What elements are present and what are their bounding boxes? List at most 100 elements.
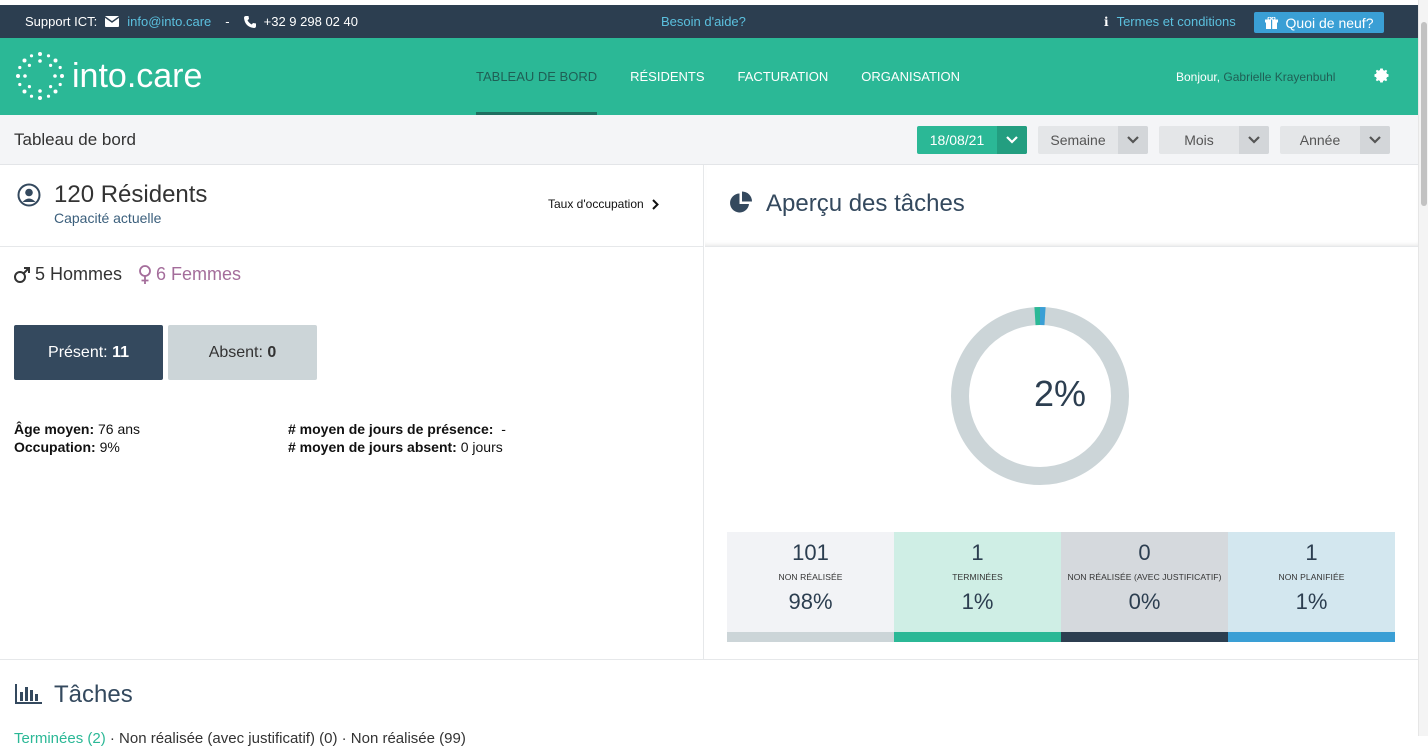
help-link[interactable]: Besoin d'aide? xyxy=(661,14,746,29)
avg-absent-value: 0 jours xyxy=(461,439,503,455)
tile-percentage: 1% xyxy=(894,589,1061,615)
settings-gear-icon[interactable] xyxy=(1373,67,1390,84)
logo-text: into.care xyxy=(72,57,202,96)
support-label: Support ICT: xyxy=(25,14,97,29)
legend-rest[interactable]: · Non réalisée (avec justificatif) (0) ·… xyxy=(110,730,466,747)
support-bar: Support ICT: info@into.care - +32 9 298 … xyxy=(0,0,1418,38)
page-subheader: Tableau de bord 18/08/21 Semaine Mois An… xyxy=(0,115,1418,165)
tasks-overview-title: Aperçu des tâches xyxy=(766,190,965,218)
support-contact: Support ICT: info@into.care - +32 9 298 … xyxy=(25,14,358,29)
week-select[interactable]: Semaine xyxy=(1038,126,1148,154)
tile-color-bar xyxy=(727,632,894,642)
whats-new-button[interactable]: Quoi de neuf? xyxy=(1254,12,1384,33)
support-email-link[interactable]: info@into.care xyxy=(127,14,211,29)
main-navbar: into.care TABLEAU DE BORD RÉSIDENTS FACT… xyxy=(0,38,1418,115)
terms-label: Termes et conditions xyxy=(1117,14,1236,29)
nav-residents[interactable]: RÉSIDENTS xyxy=(630,38,704,115)
tasks-section-title: Tâches xyxy=(54,681,133,709)
resident-stats-right: # moyen de jours de présence: - # moyen … xyxy=(288,420,506,456)
nav-facturation[interactable]: FACTURATION xyxy=(738,38,829,115)
residents-header: 120 Résidents Capacité actuelle Taux d'o… xyxy=(0,165,704,247)
date-picker[interactable]: 18/08/21 xyxy=(917,126,1027,154)
tile-number: 1 xyxy=(1228,540,1395,566)
tasks-overview-header: Aperçu des tâches xyxy=(705,165,1418,247)
absent-value: 0 xyxy=(267,344,276,362)
tile-percentage: 0% xyxy=(1061,589,1228,615)
men-label: 5 Hommes xyxy=(35,264,122,285)
tile-not-done[interactable]: 101 NON RÉALISÉE 98% xyxy=(727,532,894,642)
avg-age-value: 76 ans xyxy=(98,421,140,437)
resident-stats-left: Âge moyen: 76 ans Occupation: 9% xyxy=(14,420,140,456)
tile-caption: NON PLANIFIÉE xyxy=(1228,572,1395,582)
user-circle-icon xyxy=(17,183,41,207)
bar-chart-icon xyxy=(15,684,43,704)
tile-done[interactable]: 1 TERMINÉES 1% xyxy=(894,532,1061,642)
tasks-overview-panel: Aperçu des tâches 2% 101 NON RÉALISÉE 98… xyxy=(705,165,1418,659)
info-icon: i xyxy=(1104,15,1109,29)
residents-count: 120 Résidents xyxy=(54,181,207,209)
pie-chart-icon xyxy=(729,191,753,215)
occupancy-rate-link[interactable]: Taux d'occupation xyxy=(548,197,659,211)
legend-done[interactable]: Terminées (2) xyxy=(14,730,106,747)
separator: - xyxy=(225,14,229,29)
men-count: 5 Hommes xyxy=(13,264,122,285)
tile-number: 101 xyxy=(727,540,894,566)
male-icon xyxy=(13,266,31,284)
present-label: Présent: xyxy=(48,344,108,362)
absent-button[interactable]: Absent: 0 xyxy=(168,325,317,380)
year-label: Année xyxy=(1280,126,1360,154)
month-select[interactable]: Mois xyxy=(1159,126,1269,154)
absent-label: Absent: xyxy=(209,344,263,362)
chevron-down-icon xyxy=(1360,126,1390,154)
tile-percentage: 98% xyxy=(727,589,894,615)
avg-presence-value: - xyxy=(501,421,506,437)
tile-color-bar xyxy=(1061,632,1228,642)
avg-presence-label: # moyen de jours de présence: xyxy=(288,421,493,437)
tasks-section: Tâches Terminées (2) · Non réalisée (ave… xyxy=(0,659,1418,736)
tile-caption: TERMINÉES xyxy=(894,572,1061,582)
year-select[interactable]: Année xyxy=(1280,126,1390,154)
whats-new-label: Quoi de neuf? xyxy=(1286,15,1374,31)
tile-color-bar xyxy=(894,632,1061,642)
nav-tableau-de-bord[interactable]: TABLEAU DE BORD xyxy=(476,38,597,115)
nav-organisation[interactable]: ORGANISATION xyxy=(861,38,960,115)
tile-number: 1 xyxy=(894,540,1061,566)
occupancy-link-label: Taux d'occupation xyxy=(548,197,644,211)
avg-age-label: Âge moyen: xyxy=(14,421,94,437)
gift-icon xyxy=(1265,17,1278,29)
date-value: 18/08/21 xyxy=(917,126,997,154)
chevron-down-icon xyxy=(997,126,1027,154)
tile-color-bar xyxy=(1228,632,1395,642)
women-count: 6 Femmes xyxy=(138,264,241,285)
residents-panel: 120 Résidents Capacité actuelle Taux d'o… xyxy=(0,165,704,659)
chevron-down-icon xyxy=(1118,126,1148,154)
logo-burst-icon xyxy=(14,50,66,102)
donut-percentage: 2% xyxy=(950,373,1170,415)
page-scrollbar[interactable] xyxy=(1418,0,1428,736)
scrollbar-thumb[interactable] xyxy=(1421,22,1427,206)
tile-number: 0 xyxy=(1061,540,1228,566)
tile-percentage: 1% xyxy=(1228,589,1395,615)
women-label: 6 Femmes xyxy=(156,264,241,285)
chevron-right-icon xyxy=(652,199,659,210)
capacity-label: Capacité actuelle xyxy=(54,210,161,226)
gender-breakdown: 5 Hommes 6 Femmes xyxy=(13,264,241,285)
envelope-icon xyxy=(105,16,119,27)
main-nav: TABLEAU DE BORD RÉSIDENTS FACTURATION OR… xyxy=(476,38,993,115)
present-button[interactable]: Présent: 11 xyxy=(14,325,163,380)
occupation-value: 9% xyxy=(100,439,120,455)
support-phone: +32 9 298 02 40 xyxy=(264,14,358,29)
task-status-tiles: 101 NON RÉALISÉE 98% 1 TERMINÉES 1% 0 NO… xyxy=(727,532,1395,642)
tile-not-done-justified[interactable]: 0 NON RÉALISÉE (AVEC JUSTIFICATIF) 0% xyxy=(1061,532,1228,642)
present-value: 11 xyxy=(112,344,129,362)
tasks-legend: Terminées (2) · Non réalisée (avec justi… xyxy=(14,730,466,747)
tile-not-planned[interactable]: 1 NON PLANIFIÉE 1% xyxy=(1228,532,1395,642)
phone-icon xyxy=(244,16,256,28)
greeting-label: Bonjour, xyxy=(1176,70,1220,84)
terms-link[interactable]: i Termes et conditions xyxy=(1104,14,1236,29)
avg-absent-label: # moyen de jours absent: xyxy=(288,439,457,455)
occupation-label: Occupation: xyxy=(14,439,96,455)
chevron-down-icon xyxy=(1239,126,1269,154)
into-care-logo[interactable]: into.care xyxy=(14,50,202,102)
user-greeting[interactable]: Bonjour, Gabrielle Krayenbuhl xyxy=(1176,70,1335,84)
